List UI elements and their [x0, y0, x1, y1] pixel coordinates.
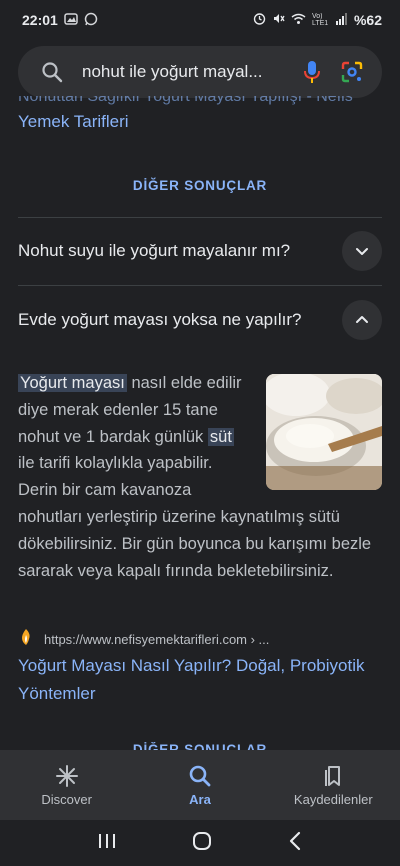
chevron-up-icon [356, 316, 368, 323]
collapse-button[interactable] [342, 300, 382, 340]
source-title-link[interactable]: Yoğurt Mayası Nasıl Yapılır? Doğal, Prob… [18, 652, 382, 708]
question-text[interactable]: Nohut suyu ile yoğurt mayalanır mı? [18, 241, 290, 261]
answer-highlight: Yoğurt mayası [18, 374, 127, 392]
question-text[interactable]: Evde yoğurt mayası yoksa ne yapılır? [18, 310, 301, 330]
home-icon [192, 831, 211, 850]
battery-level: %62 [353, 12, 382, 28]
more-results-link[interactable]: DİĞER SONUÇLAR [0, 178, 400, 193]
source-row[interactable]: https://www.nefisyemektarifleri.com › ..… [18, 628, 382, 651]
nav-search-label: Ara [189, 791, 211, 807]
question-row-1[interactable]: Nohut suyu ile yoğurt mayalanır mı? [18, 218, 382, 284]
search-input[interactable]: nohut ile yoğurt mayal... [82, 62, 296, 82]
chevron-down-icon [356, 248, 368, 255]
lens-icon[interactable] [336, 56, 368, 88]
whatsapp-notification-icon [84, 12, 98, 29]
asterisk-icon [55, 764, 78, 787]
recents-icon [99, 833, 116, 848]
nav-discover[interactable]: Discover [7, 764, 127, 807]
system-nav-bar [0, 820, 400, 866]
source-url[interactable]: https://www.nefisyemektarifleri.com › ..… [44, 632, 269, 647]
network-label: Vo) LTE1 [311, 13, 329, 27]
bottom-nav: Discover Ara Kaydedilenler [0, 750, 400, 820]
nav-saved[interactable]: Kaydedilenler [273, 764, 393, 807]
site-favicon-icon [18, 628, 34, 651]
previous-result-cut-title[interactable]: Nohuttan Sağlıklı Yoğurt Mayası Yapılışı… [18, 96, 382, 106]
clock: 22:01 [22, 12, 58, 28]
answer-panel: Yoğurt mayası nasıl elde edilir diye mer… [18, 370, 382, 584]
status-left: 22:01 [22, 12, 98, 29]
nav-discover-label: Discover [41, 791, 92, 807]
previous-result[interactable]: Nohuttan Sağlıklı Yoğurt Mayası Yapılışı… [18, 96, 382, 148]
back-button[interactable] [287, 831, 303, 856]
recent-apps-button[interactable] [97, 832, 117, 855]
status-bar: 22:01 Vo) LTE1 %62 [0, 0, 400, 40]
gallery-notification-icon [64, 12, 78, 29]
question-row-2[interactable]: Evde yoğurt mayası yoksa ne yapılır? [18, 287, 382, 353]
status-right: Vo) LTE1 %62 [253, 12, 382, 28]
answer-highlight: süt [207, 427, 234, 446]
search-icon [36, 56, 68, 88]
wifi-icon [291, 12, 306, 28]
search-bar[interactable]: nohut ile yoğurt mayal... [18, 46, 382, 98]
bookmarks-icon [325, 765, 341, 786]
mic-icon[interactable] [296, 56, 328, 88]
divider [18, 285, 382, 286]
nav-search[interactable]: Ara [140, 764, 260, 807]
mute-icon [272, 12, 285, 28]
answer-image[interactable] [266, 374, 382, 490]
previous-result-title[interactable]: Yemek Tarifleri [18, 112, 382, 132]
home-button[interactable] [192, 831, 212, 856]
back-icon [289, 831, 300, 850]
signal-icon [335, 12, 348, 28]
nav-saved-label: Kaydedilenler [293, 791, 373, 807]
search-icon [189, 765, 211, 786]
alarm-icon [253, 12, 266, 28]
expand-button[interactable] [342, 231, 382, 271]
